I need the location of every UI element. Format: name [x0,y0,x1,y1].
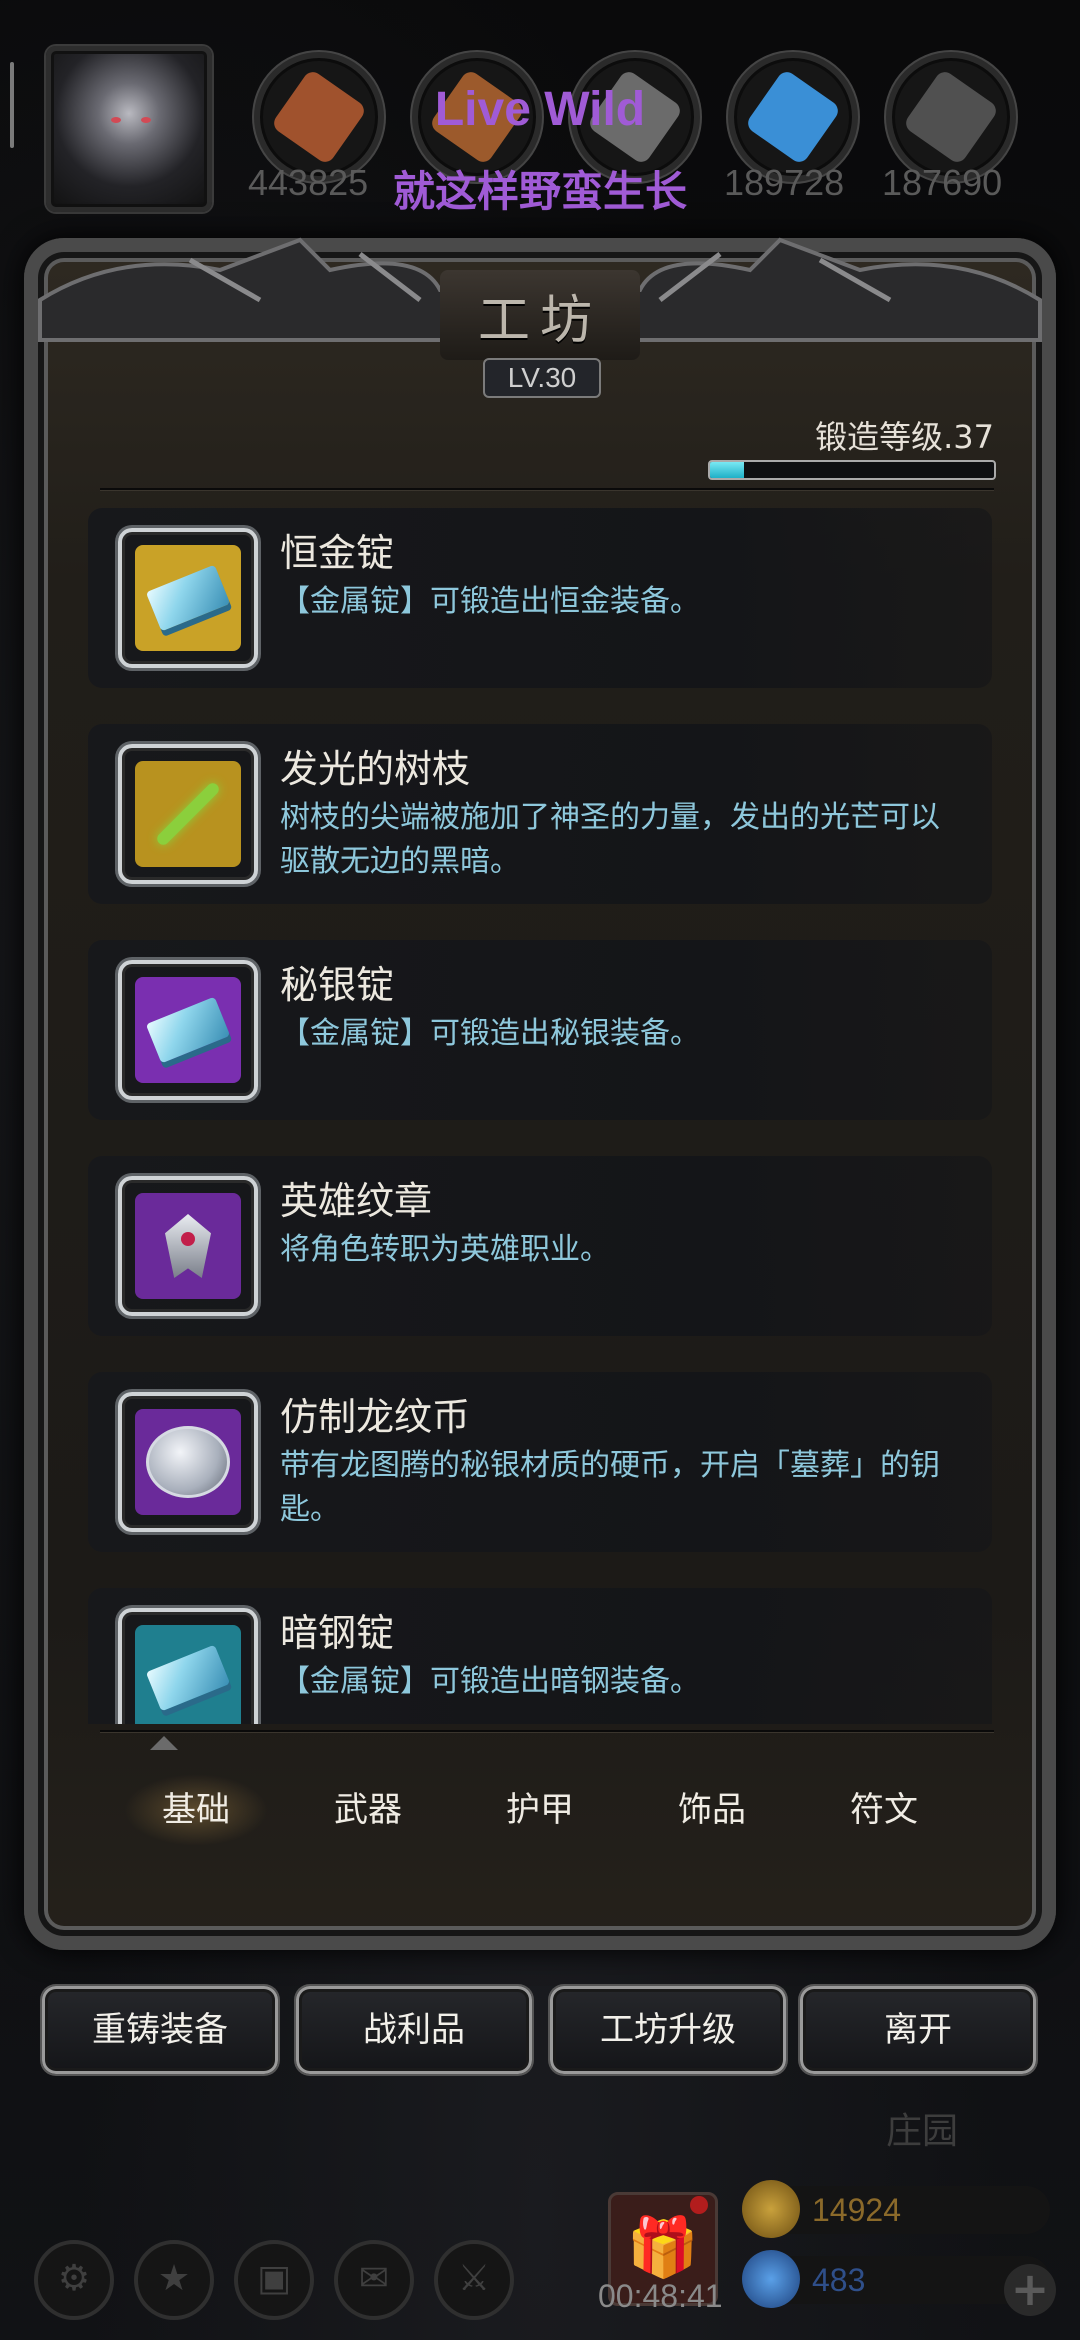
item-icon-frame [118,1392,258,1532]
tab-basic[interactable]: 基础 [110,1770,282,1850]
tab-armor[interactable]: 护甲 [454,1770,626,1850]
divider [100,1730,994,1733]
tab-runes[interactable]: 符文 [798,1770,970,1850]
tab-label: 符文 [850,1790,918,1830]
forge-level-label: 锻造等级.37 [815,418,994,456]
forge-progress-fill [710,462,745,478]
promo-title-en: Live Wild [434,83,646,136]
promo-title-cn: 就这样野蛮生长 [392,167,687,216]
item-icon-frame [118,960,258,1100]
dragon-coin-icon [146,1426,230,1498]
item-description: 【金属锭】可锻造出暗钢装备。 [280,1664,700,1699]
item-rarity-bg [135,1625,241,1724]
item-rarity-bg [135,1193,241,1299]
forge-progress-bar [708,460,996,480]
guild-icon[interactable]: ▣ [234,2240,314,2320]
tab-label: 护甲 [506,1790,574,1830]
leave-button[interactable]: 离开 [800,1986,1036,2074]
item-description: 【金属锭】可锻造出恒金装备。 [280,584,700,619]
gold-amount: 14924 [812,2192,901,2228]
item-name: 恒金锭 [280,531,395,575]
workshop-level-badge: LV.30 [483,358,601,398]
ingot-icon [145,996,231,1064]
scroll-up-caret-icon[interactable] [150,1736,178,1750]
recast-equipment-button[interactable]: 重铸装备 [42,1986,278,2074]
tab-label: 饰品 [678,1790,746,1830]
item-description: 带有龙图腾的秘银材质的硬币，开启「墓葬」的钥匙。 [280,1448,940,1527]
mail-icon[interactable]: ✉ [334,2240,414,2320]
notification-dot [690,2196,708,2214]
ingot-icon [145,564,231,632]
item-list[interactable]: 恒金锭 【金属锭】可锻造出恒金装备。 发光的树枝 树枝的尖端被施加了神圣的力量，… [88,508,992,1724]
gem-icon [742,2250,800,2308]
item-name: 仿制龙纹币 [280,1395,471,1439]
loot-button[interactable]: 战利品 [296,1986,532,2074]
item-name: 发光的树枝 [280,747,471,791]
list-item[interactable]: 暗钢锭 【金属锭】可锻造出暗钢装备。 [88,1588,992,1724]
estate-label[interactable]: 庄园 [886,2102,958,2154]
item-name: 暗钢锭 [280,1611,395,1655]
tab-accessories[interactable]: 饰品 [626,1770,798,1850]
item-name: 英雄纹章 [280,1179,433,1223]
tab-label: 基础 [162,1790,230,1830]
item-rarity-bg [135,1409,241,1515]
battle-icon[interactable]: ⚔ [434,2240,514,2320]
list-item[interactable]: 发光的树枝 树枝的尖端被施加了神圣的力量，发出的光芒可以驱散无边的黑暗。 [88,724,992,904]
tab-label: 武器 [334,1790,402,1830]
gold-coin-icon [742,2180,800,2238]
item-description: 树枝的尖端被施加了神圣的力量，发出的光芒可以驱散无边的黑暗。 [280,800,940,879]
item-name: 秘银锭 [280,963,395,1007]
list-item[interactable]: 英雄纹章 将角色转职为英雄职业。 [88,1156,992,1336]
add-currency-plus-icon[interactable]: + [1004,2264,1056,2316]
list-item[interactable]: 仿制龙纹币 带有龙图腾的秘银材质的硬币，开启「墓葬」的钥匙。 [88,1372,992,1552]
rank-star-icon[interactable]: ★ [134,2240,214,2320]
workshop-upgrade-button[interactable]: 工坊升级 [550,1986,786,2074]
ingot-icon [145,1644,231,1712]
item-description: 【金属锭】可锻造出秘银装备。 [280,1016,700,1051]
item-rarity-bg [135,977,241,1083]
list-item[interactable]: 恒金锭 【金属锭】可锻造出恒金装备。 [88,508,992,688]
item-icon-frame [118,1608,258,1724]
tab-weapons[interactable]: 武器 [282,1770,454,1850]
item-rarity-bg [135,545,241,651]
gem-amount: 483 [812,2262,866,2298]
hero-emblem-icon [165,1214,211,1278]
item-icon-frame [118,1176,258,1316]
item-description: 将角色转职为英雄职业。 [280,1232,610,1267]
item-rarity-bg [135,761,241,867]
category-tabs: 基础 武器 护甲 饰品 符文 [110,1770,970,1850]
settings-gear-icon[interactable]: ⚙ [34,2240,114,2320]
list-item[interactable]: 秘银锭 【金属锭】可锻造出秘银装备。 [88,940,992,1120]
gift-timer: 00:48:41 [598,2278,723,2314]
glowing-branch-icon [154,780,222,848]
divider [100,488,994,491]
item-icon-frame [118,528,258,668]
panel-title: 工坊 [440,270,640,360]
item-icon-frame [118,744,258,884]
